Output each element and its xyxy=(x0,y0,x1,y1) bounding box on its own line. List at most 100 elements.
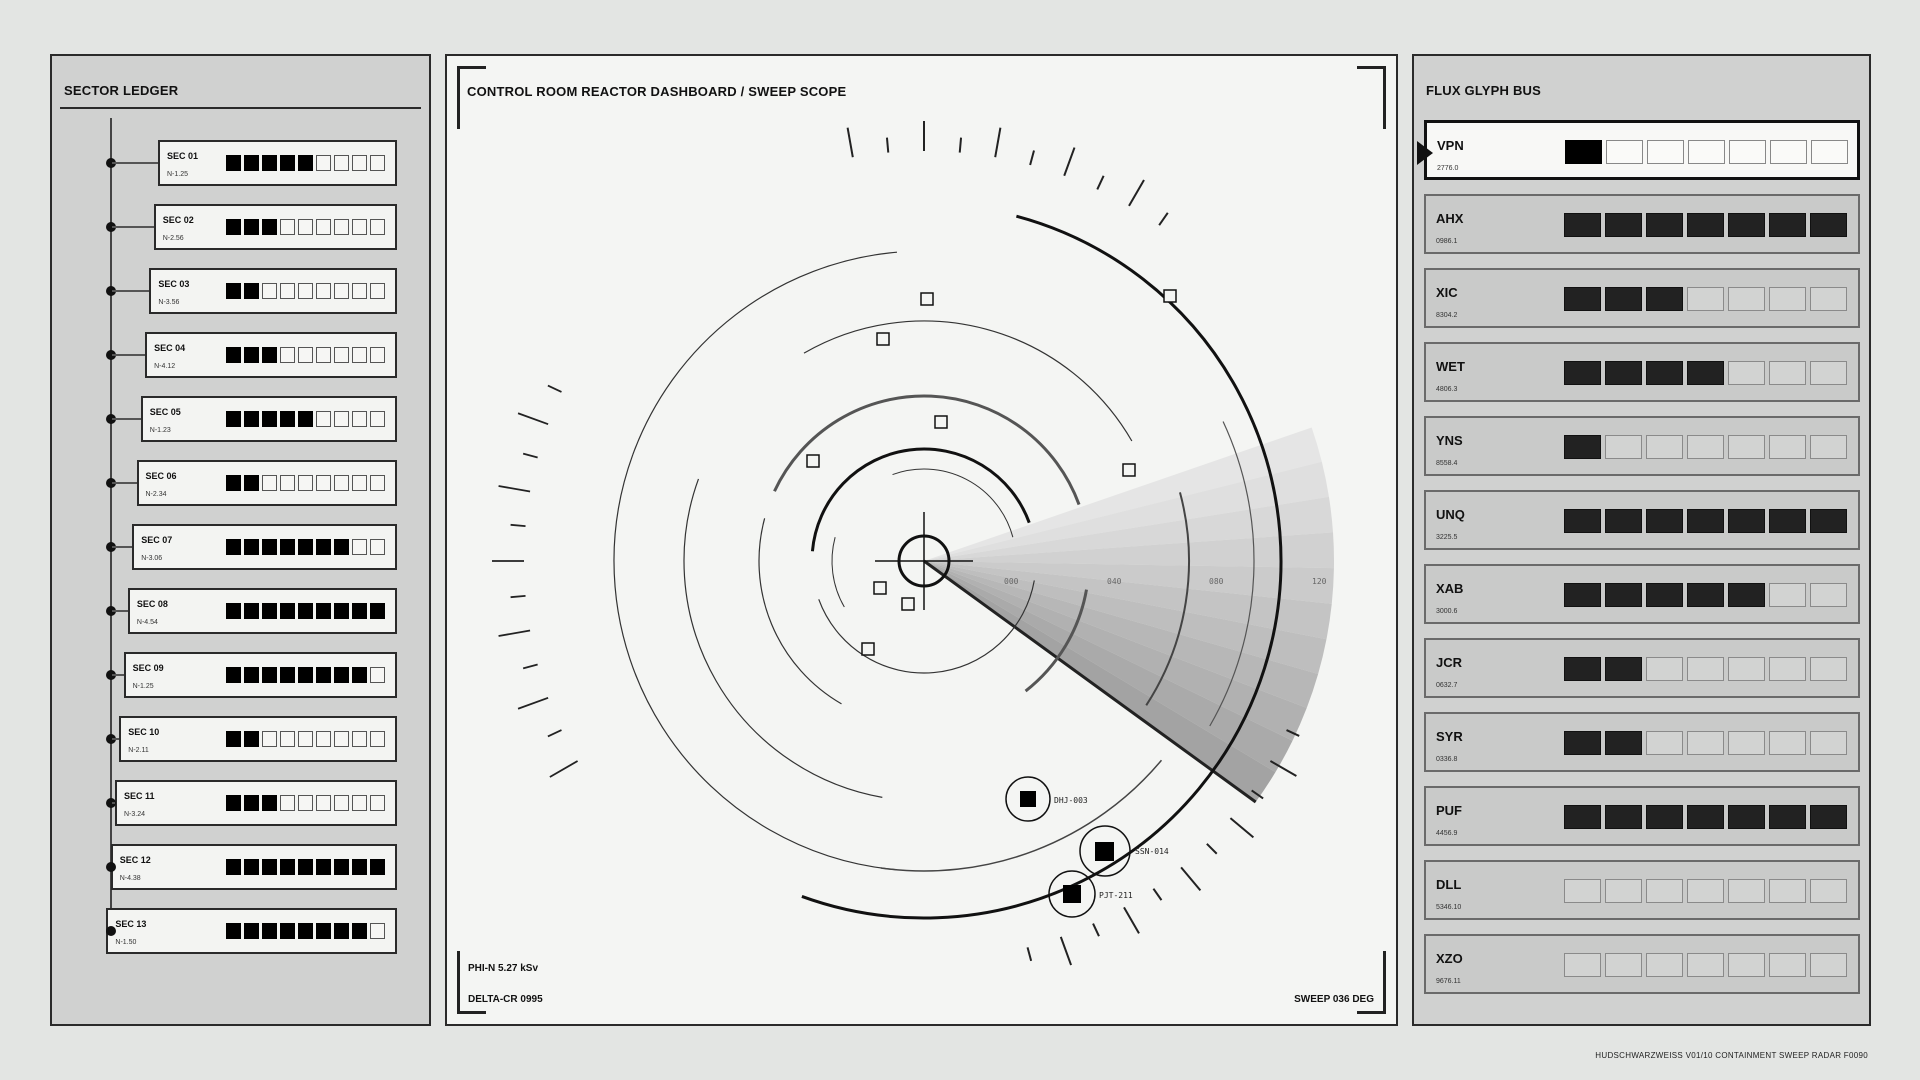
scale-tick xyxy=(549,760,579,778)
bus-level-meter xyxy=(1564,213,1847,237)
bus-row[interactable]: SYR 0336.8 xyxy=(1424,712,1860,772)
ledger-row[interactable]: SEC 10 N-2.11 xyxy=(119,716,397,762)
flux-glyph-bus-panel: FLUX GLYPH BUS VPN 2776.0 AHX 0986.1 XIC 8304… xyxy=(1412,54,1871,1026)
ledger-row[interactable]: SEC 11 N-3.24 xyxy=(115,780,397,826)
ledger-row[interactable]: SEC 06 N-2.34 xyxy=(136,460,397,506)
meter-cell xyxy=(315,411,331,427)
ledger-row[interactable]: SEC 13 N-1.50 xyxy=(106,908,397,954)
sector-value: N-2.56 xyxy=(162,235,184,242)
meter-cell xyxy=(1605,509,1642,533)
meter-cell xyxy=(1687,805,1724,829)
ledger-row[interactable]: SEC 03 N-3.56 xyxy=(149,268,397,314)
meter-cell xyxy=(1810,879,1847,903)
scale-tick xyxy=(547,384,562,393)
meter-cell xyxy=(225,667,241,683)
bus-row[interactable]: PUF 4456.9 xyxy=(1424,786,1860,846)
sector-label: SEC 06 xyxy=(145,471,177,481)
bus-row[interactable]: AHX 0986.1 xyxy=(1424,194,1860,254)
sector-level-meter xyxy=(226,155,385,171)
scale-tick xyxy=(498,629,531,637)
bus-row[interactable]: XAB 3000.6 xyxy=(1424,564,1860,624)
meter-cell xyxy=(279,859,295,875)
tree-connector xyxy=(112,354,146,356)
meter-cell xyxy=(280,475,295,491)
meter-cell xyxy=(225,411,241,427)
tree-connector xyxy=(112,162,158,164)
bus-row[interactable]: UNQ 3225.5 xyxy=(1424,490,1860,550)
waypoint-marker xyxy=(806,454,820,468)
bus-channel-label: YNS xyxy=(1436,433,1463,448)
sector-label: SEC 04 xyxy=(154,343,186,353)
waypoint-marker xyxy=(1122,463,1136,477)
bus-channel-value: 9676.11 xyxy=(1436,978,1461,985)
meter-cell xyxy=(1687,435,1724,459)
meter-cell xyxy=(1605,435,1642,459)
range-ring-arc xyxy=(758,518,842,705)
sector-level-meter xyxy=(225,219,385,235)
sector-level-meter xyxy=(225,859,385,875)
meter-cell xyxy=(333,539,349,555)
meter-cell xyxy=(261,347,277,363)
meter-cell xyxy=(333,283,349,299)
meter-cell xyxy=(369,283,385,299)
sector-level-meter xyxy=(226,475,385,491)
meter-cell xyxy=(1564,879,1601,903)
radar-scope[interactable]: 000 040 080 120 DHJ-003 SSN-014 PJT-211 xyxy=(447,56,1400,1028)
bus-row[interactable]: DLL 5346.10 xyxy=(1424,860,1860,920)
ledger-row[interactable]: SEC 05 N-1.23 xyxy=(140,396,397,442)
meter-cell xyxy=(1810,583,1847,607)
ledger-row[interactable]: SEC 02 N-2.56 xyxy=(153,204,397,250)
meter-cell xyxy=(1564,731,1601,755)
bus-row[interactable]: VPN 2776.0 xyxy=(1417,120,1860,180)
tree-connector xyxy=(112,546,133,548)
meter-cell xyxy=(226,795,241,811)
meter-cell xyxy=(369,859,385,875)
meter-cell xyxy=(1605,731,1642,755)
ledger-row[interactable]: SEC 08 N-4.54 xyxy=(127,588,397,634)
bus-level-meter xyxy=(1564,953,1847,977)
bus-row[interactable]: YNS 8558.4 xyxy=(1424,416,1860,476)
tree-node xyxy=(106,926,116,936)
meter-cell xyxy=(369,603,385,619)
ledger-row[interactable]: SEC 09 N-1.25 xyxy=(123,652,397,698)
bus-row[interactable]: JCR 0632.7 xyxy=(1424,638,1860,698)
bus-level-meter xyxy=(1564,435,1847,459)
meter-cell xyxy=(279,283,295,299)
meter-cell xyxy=(1564,953,1601,977)
meter-cell xyxy=(315,219,331,235)
meter-cell xyxy=(1810,731,1847,755)
meter-cell xyxy=(1728,509,1765,533)
title-divider xyxy=(60,107,421,109)
ledger-row[interactable]: SEC 01 N-1.25 xyxy=(158,140,397,186)
bus-row[interactable]: WET 4806.3 xyxy=(1424,342,1860,402)
sector-ledger-panel: SECTOR LEDGER SEC 01 N-1.25 SEC 02 N-2.56 SE… xyxy=(50,54,431,1026)
scale-tick xyxy=(1180,866,1202,892)
scale-tick xyxy=(1123,906,1140,934)
meter-cell xyxy=(1688,140,1725,164)
ledger-row[interactable]: SEC 07 N-3.06 xyxy=(132,524,397,570)
meter-cell xyxy=(1769,953,1806,977)
bus-channel-value: 3000.6 xyxy=(1436,608,1458,615)
ledger-row[interactable]: SEC 12 N-4.38 xyxy=(110,844,397,890)
sector-value: N-4.12 xyxy=(154,363,176,370)
meter-cell xyxy=(243,347,259,363)
meter-cell xyxy=(315,923,331,939)
meter-cell xyxy=(297,539,313,555)
meter-cell xyxy=(315,283,331,299)
meter-cell xyxy=(1687,731,1724,755)
meter-cell xyxy=(1729,140,1766,164)
contact-marker[interactable]: DHJ-003 xyxy=(1005,776,1088,822)
bus-channel-value: 4456.9 xyxy=(1436,830,1458,837)
meter-cell xyxy=(351,603,367,619)
ledger-row[interactable]: SEC 04 N-4.12 xyxy=(145,332,397,378)
meter-cell xyxy=(352,475,367,491)
scale-tick xyxy=(510,523,526,528)
bus-row[interactable]: XZO 9676.11 xyxy=(1424,934,1860,994)
bus-row[interactable]: XIC 8304.2 xyxy=(1424,268,1860,328)
meter-cell xyxy=(1605,583,1642,607)
meter-cell xyxy=(1565,140,1602,164)
meter-cell xyxy=(1769,805,1806,829)
meter-cell xyxy=(369,667,385,683)
meter-cell xyxy=(225,539,241,555)
bus-channel-value: 0632.7 xyxy=(1436,682,1458,689)
